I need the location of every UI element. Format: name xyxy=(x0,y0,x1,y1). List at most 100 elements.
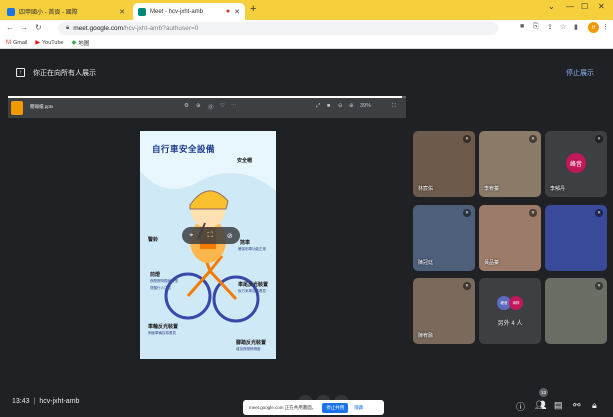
participant-name: 林宸佑 xyxy=(418,186,434,192)
note-brake: 確保剎車功能正常 xyxy=(238,247,266,251)
new-tab-button[interactable]: + xyxy=(250,3,256,15)
label-helmet: 安全帽 xyxy=(237,158,253,164)
close-tab-icon[interactable]: ✕ xyxy=(119,8,125,16)
bookmark-gmail[interactable]: M Gmail xyxy=(6,40,27,46)
people-icon[interactable]: 👥︎ xyxy=(535,400,546,411)
note-rear-reflector: 後方來車容易看見 xyxy=(238,289,266,293)
fullscreen-icon[interactable]: ⛶ xyxy=(392,103,396,110)
school-favicon-icon xyxy=(7,7,15,16)
participant-name: 李宥蓁 xyxy=(484,186,500,192)
note-pedal-reflector: 增加夜間辨識度 xyxy=(236,347,261,351)
stop-sharing-button[interactable]: 停止共用 xyxy=(322,402,349,413)
participant-tile[interactable]: ✕ 陳宥融 xyxy=(413,278,475,344)
participant-tile[interactable]: ✕ 林宸佑 xyxy=(413,131,475,197)
slide-title: 自行車安全設備 xyxy=(152,144,216,154)
people-count-badge: 13 xyxy=(539,388,548,397)
info-icon[interactable]: ⓘ xyxy=(516,400,525,413)
others-label: 另外 4 人 xyxy=(497,321,523,327)
camera-indicator-icon[interactable]: ■ xyxy=(520,23,524,30)
participant-name: 陳宥融 xyxy=(418,333,434,339)
label-wheel-reflector: 車輪反光裝置 xyxy=(148,324,179,330)
shared-window-toolbar: 簡報檔.pptx ⚙ ⊕ ⓪ ♡ ⋯ ⤢ ■ ⊖ ⊕ 39% ⛶ xyxy=(8,98,406,118)
gmail-icon: M xyxy=(6,39,11,46)
participant-name: 李郁丹 xyxy=(550,186,566,192)
share-icon[interactable]: ⇪ xyxy=(547,23,553,31)
recording-dot-icon: ● xyxy=(225,8,231,15)
zoom-out-icon[interactable]: ⊖ xyxy=(338,103,343,109)
file-name: 簡報檔.pptx xyxy=(30,104,54,109)
back-icon[interactable]: ← xyxy=(6,23,14,32)
note-bell: 提醒行人注意 xyxy=(150,286,171,290)
meet-favicon-icon xyxy=(138,7,146,16)
zoom-in-icon[interactable]: ⊕ xyxy=(349,103,354,109)
participant-tile[interactable]: ✕ 陳冠廷 xyxy=(413,205,475,271)
powerpoint-icon xyxy=(11,101,23,115)
heart-icon[interactable]: ♡ xyxy=(220,103,225,109)
note-front-light: 夜間照明視線清楚 xyxy=(150,279,178,283)
expand-icon[interactable]: ⤢ xyxy=(316,103,320,110)
close-tab-icon[interactable]: ✕ xyxy=(234,8,240,16)
activities-icon[interactable]: ⚯ xyxy=(573,400,581,411)
zoom-level: 39% xyxy=(360,103,372,109)
menu-icon[interactable]: ⋮ xyxy=(602,23,609,31)
fullscreen-overlay-icon[interactable]: ⛶ xyxy=(208,232,213,240)
label-pedal-reflector: 腳踏反光裝置 xyxy=(236,340,267,346)
tab-meet[interactable]: Meet - hcv-jxht-amb ● ✕ xyxy=(133,3,245,20)
participant-tile[interactable]: ✕ 黃品蓁 xyxy=(479,205,541,271)
others-tile[interactable]: 峰音 鴻祥 另外 4 人 xyxy=(479,278,541,344)
info-icon[interactable]: ⓪ xyxy=(208,103,214,111)
mic-off-icon: ✕ xyxy=(595,282,603,290)
reload-icon[interactable]: ↻ xyxy=(35,23,42,32)
chat-icon[interactable]: ▤ xyxy=(554,400,563,411)
address-bar[interactable]: 🔒︎ meet.google.com /hcv-jxht-amb?authuse… xyxy=(58,22,498,35)
profile-avatar[interactable]: H xyxy=(588,22,599,33)
participant-tile[interactable]: ✕ 李宥蓁 xyxy=(479,131,541,197)
participant-tile[interactable]: ✕ xyxy=(545,278,607,344)
bookmark-maps[interactable]: ◆ 地圖 xyxy=(72,39,90,47)
screen-share-banner: meet.google.com 正在共用畫面。 停止共用 隱藏 xyxy=(243,400,384,415)
hide-banner-button[interactable]: 隱藏 xyxy=(354,405,363,411)
presenting-bar: ↑ 你正在向所有人展示 停止展示 xyxy=(0,60,613,85)
video-overlay-controls: ⌖ ⛶ ⊘ xyxy=(182,227,240,244)
close-window-icon[interactable]: ✕ xyxy=(598,2,605,11)
chevron-down-icon[interactable]: ⌄ xyxy=(548,2,555,11)
participant-tile[interactable]: ✕ 峰音 李郁丹 xyxy=(545,131,607,197)
pin-icon[interactable]: ⌖ xyxy=(189,232,193,240)
meeting-info: 13:43 | hcv-jxht-amb xyxy=(12,398,80,405)
mic-off-icon: ✕ xyxy=(595,135,603,143)
label-brake: 煞車 xyxy=(240,240,251,246)
presenting-text: 你正在向所有人展示 xyxy=(33,70,96,77)
note-wheel-reflector: 側面車輛容易看見 xyxy=(148,331,176,335)
maximize-icon[interactable]: ☐ xyxy=(581,2,588,11)
url-path: /hcv-jxht-amb?authuser=0 xyxy=(123,25,199,32)
label-front-light: 前燈 xyxy=(150,272,161,278)
minimize-icon[interactable]: — xyxy=(566,2,574,11)
more-icon[interactable]: ⋯ xyxy=(231,103,237,109)
label-bell: 警鈴 xyxy=(148,237,159,243)
stop-presenting-button[interactable]: 停止展示 xyxy=(566,68,594,78)
bookmark-star-icon[interactable]: ☆ xyxy=(560,23,566,31)
host-controls-icon[interactable]: 🔒︎ xyxy=(592,400,597,411)
forward-icon[interactable]: → xyxy=(20,23,28,32)
participant-tile[interactable]: ✕ xyxy=(545,205,607,271)
translate-icon[interactable]: ⎘ xyxy=(533,23,539,31)
maps-icon: ◆ xyxy=(71,40,77,46)
bookmark-youtube[interactable]: ▶ YouTube xyxy=(35,39,63,47)
avatar: 峰音 xyxy=(566,153,586,173)
share-window-icon[interactable]: ⚙ xyxy=(184,103,189,109)
mic-off-icon: ✕ xyxy=(529,209,537,217)
address-row: ← → ↻ 🔒︎ meet.google.com /hcv-jxht-amb?a… xyxy=(0,20,613,37)
meeting-code: hcv-jxht-amb xyxy=(39,398,80,405)
grid-icon[interactable]: ⊕ xyxy=(196,103,201,109)
avatar: 鴻祥 xyxy=(509,296,523,310)
mic-off-icon: ✕ xyxy=(529,135,537,143)
participant-name: 黃品蓁 xyxy=(484,260,500,266)
share-banner-text: meet.google.com 正在共用畫面。 xyxy=(249,404,317,410)
tab-search-icon[interactable]: ▮ xyxy=(574,23,578,31)
tab-school[interactable]: 四甲國小 - 首頁 - 國際 ✕ xyxy=(2,3,130,20)
remove-icon[interactable]: ⊘ xyxy=(227,232,233,240)
mic-off-icon: ✕ xyxy=(463,282,471,290)
tab-strip: 四甲國小 - 首頁 - 國際 ✕ Meet - hcv-jxht-amb ● ✕… xyxy=(0,0,613,20)
mic-off-icon: ✕ xyxy=(463,209,471,217)
stop-icon[interactable]: ■ xyxy=(327,103,330,109)
